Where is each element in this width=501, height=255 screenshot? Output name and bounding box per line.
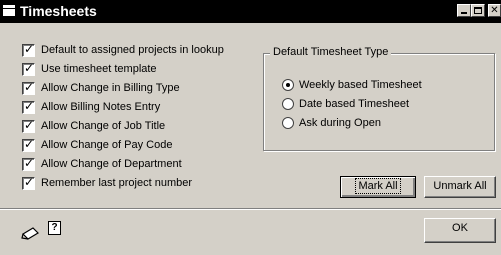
option-label: Use timesheet template	[41, 63, 157, 75]
option-label: Allow Billing Notes Entry	[41, 101, 161, 113]
option-label: Allow Change of Pay Code	[41, 139, 173, 151]
radio-button[interactable]	[282, 98, 294, 110]
radio-button[interactable]	[282, 79, 294, 91]
radio-label: Ask during Open	[299, 117, 381, 129]
ok-button[interactable]: OK	[424, 218, 496, 243]
mark-all-button[interactable]: Mark All	[340, 176, 416, 198]
option-allow-billing-notes[interactable]: Allow Billing Notes Entry	[22, 99, 262, 116]
pencil-note-icon[interactable]	[21, 225, 41, 241]
minimize-button[interactable]	[457, 4, 471, 17]
window-menu-icon[interactable]	[3, 5, 15, 16]
option-remember-last-project[interactable]: Remember last project number	[22, 175, 262, 192]
checkbox[interactable]	[22, 137, 35, 152]
radio-label: Weekly based Timesheet	[299, 79, 422, 91]
timesheet-type-group-title: Default Timesheet Type	[270, 46, 392, 58]
radio-label: Date based Timesheet	[299, 98, 410, 110]
option-allow-change-job-title[interactable]: Allow Change of Job Title	[22, 118, 262, 135]
mark-all-label: Mark All	[355, 178, 401, 194]
option-label: Default to assigned projects in lookup	[41, 44, 224, 56]
checkbox[interactable]	[22, 118, 35, 133]
maximize-button[interactable]	[471, 4, 485, 17]
unmark-all-button[interactable]: Unmark All	[424, 176, 496, 198]
option-label: Allow Change of Job Title	[41, 120, 166, 132]
checkbox[interactable]	[22, 99, 35, 114]
checkbox[interactable]	[22, 175, 35, 190]
window-title: Timesheets	[20, 3, 97, 19]
option-allow-change-department[interactable]: Allow Change of Department	[22, 156, 262, 173]
option-label: Allow Change in Billing Type	[41, 82, 180, 94]
checkbox[interactable]	[22, 80, 35, 95]
help-icon[interactable]: ?	[48, 221, 61, 235]
radio-button[interactable]	[282, 117, 294, 129]
option-label: Allow Change of Department	[41, 158, 182, 170]
checkbox[interactable]	[22, 156, 35, 171]
option-allow-change-billing-type[interactable]: Allow Change in Billing Type	[22, 80, 262, 97]
option-default-assigned-projects[interactable]: Default to assigned projects in lookup	[22, 42, 262, 59]
checkbox[interactable]	[22, 42, 35, 57]
timesheets-window: Timesheets ✕ Default to assigned project…	[0, 0, 501, 255]
close-button[interactable]: ✕	[488, 4, 501, 17]
footer-separator	[0, 208, 501, 210]
option-use-timesheet-template[interactable]: Use timesheet template	[22, 61, 262, 78]
checkbox[interactable]	[22, 61, 35, 76]
title-bar: Timesheets ✕	[0, 0, 501, 23]
option-label: Remember last project number	[41, 177, 193, 189]
option-allow-change-pay-code[interactable]: Allow Change of Pay Code	[22, 137, 262, 154]
